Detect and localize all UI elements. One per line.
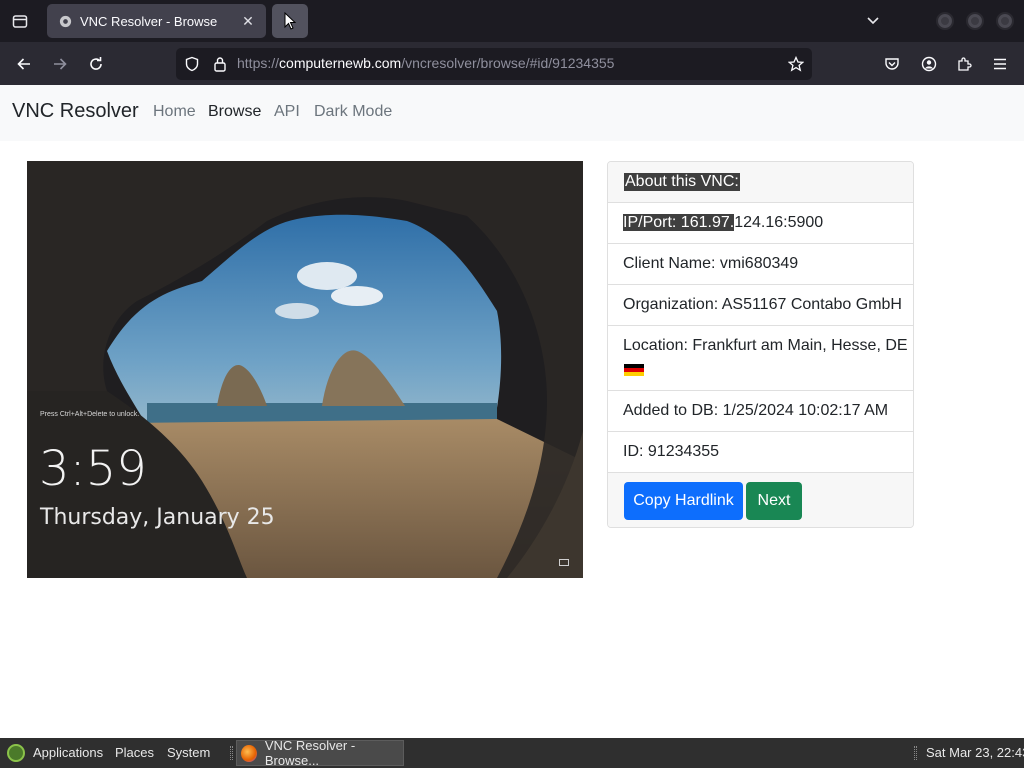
id-row: ID: 91234355 [608, 432, 913, 473]
nav-link-api[interactable]: API [274, 103, 300, 121]
added-row: Added to DB: 1/25/2024 10:02:17 AM [608, 391, 913, 432]
vnc-screenshot: Press Ctrl+Alt+Delete to unlock. 3:59 Th… [27, 161, 583, 578]
close-icon[interactable]: ✕ [240, 13, 256, 30]
taskbar-window-title: VNC Resolver - Browse... [264, 738, 356, 768]
lockscreen-date: Thursday, January 25 [40, 505, 275, 530]
client-name: Client Name: vmi680349 [623, 255, 799, 272]
url-host: computernewb.com [279, 55, 402, 71]
forward-arrow-icon[interactable] [48, 52, 72, 76]
close-window-button[interactable] [996, 12, 1014, 30]
system-menu[interactable]: System [167, 745, 210, 760]
ip-port-text: IP/Port: 161.97.124.16:5900 [623, 214, 823, 232]
vnc-id: ID: 91234355 [623, 443, 720, 460]
taskbar-window-button[interactable]: VNC Resolver - Browse... [236, 738, 404, 768]
tab-title: VNC Resolver - Browse [80, 13, 218, 29]
lock-icon[interactable] [210, 54, 230, 74]
firefox-icon [241, 744, 257, 762]
star-icon[interactable] [786, 54, 806, 74]
ip-port-rest: 124.16:5900 [734, 214, 824, 231]
back-arrow-icon[interactable] [12, 52, 36, 76]
taskbar-separator [230, 746, 233, 760]
card-title: About this VNC: [624, 173, 740, 191]
browser-tab[interactable]: VNC Resolver - Browse ✕ [47, 4, 266, 38]
lockscreen-time: 3:59 [39, 441, 147, 497]
new-tab-button[interactable] [272, 4, 308, 38]
nav-link-home[interactable]: Home [153, 103, 196, 121]
site-brand[interactable]: VNC Resolver [12, 100, 139, 123]
applications-menu[interactable]: Applications [33, 745, 103, 760]
network-icon [559, 559, 569, 566]
minimize-button[interactable] [936, 12, 954, 30]
pocket-icon[interactable] [880, 52, 904, 76]
maximize-button[interactable] [966, 12, 984, 30]
organization-row: Organization: AS51167 Contabo GmbH [608, 285, 913, 326]
taskbar-separator-right [914, 746, 917, 760]
site-favicon-icon [57, 13, 73, 29]
places-menu[interactable]: Places [115, 745, 154, 760]
card-header: About this VNC: [608, 162, 913, 203]
extensions-icon[interactable] [952, 52, 976, 76]
chevron-down-icon[interactable] [862, 10, 884, 32]
tab-list-glyph [12, 15, 28, 28]
next-button[interactable]: Next [746, 482, 802, 520]
reload-icon[interactable] [84, 52, 108, 76]
tab-list-icon[interactable] [0, 0, 40, 42]
card-footer: Copy Hardlink Next [608, 473, 913, 527]
client-name-row: Client Name: vmi680349 [608, 244, 913, 285]
nav-link-dark-mode[interactable]: Dark Mode [314, 103, 392, 121]
germany-flag-icon [624, 364, 644, 376]
added-date: Added to DB: 1/25/2024 10:02:17 AM [623, 402, 889, 419]
cursor-icon [284, 12, 297, 30]
location-row: Location: Frankfurt am Main, Hesse, DE [608, 326, 913, 391]
shield-icon[interactable] [182, 54, 202, 74]
menu-icon[interactable] [988, 52, 1012, 76]
mate-logo-icon[interactable] [7, 744, 25, 762]
organization: Organization: AS51167 Contabo GmbH [623, 296, 902, 313]
unlock-hint: Press Ctrl+Alt+Delete to unlock. [40, 411, 140, 418]
taskbar-clock[interactable]: Sat Mar 23, 22:43 [926, 745, 1024, 760]
url-path: /vncresolver/browse/#id/91234355 [401, 55, 615, 71]
url-text[interactable]: https://computernewb.com/vncresolver/bro… [237, 55, 614, 71]
account-icon[interactable] [917, 52, 941, 76]
url-scheme: https:// [237, 55, 280, 71]
desktop-taskbar: Applications Places System VNC Resolver … [0, 738, 1024, 768]
ip-port-highlight: IP/Port: 161.97. [623, 214, 735, 231]
location: Location: Frankfurt am Main, Hesse, DE [623, 337, 908, 354]
nav-link-browse[interactable]: Browse [208, 103, 261, 121]
copy-hardlink-button[interactable]: Copy Hardlink [624, 482, 743, 520]
vnc-info-card: About this VNC: IP/Port: 161.97.124.16:5… [607, 161, 914, 528]
ip-port-row: IP/Port: 161.97.124.16:5900 [608, 203, 913, 244]
window-controls [936, 12, 1014, 30]
